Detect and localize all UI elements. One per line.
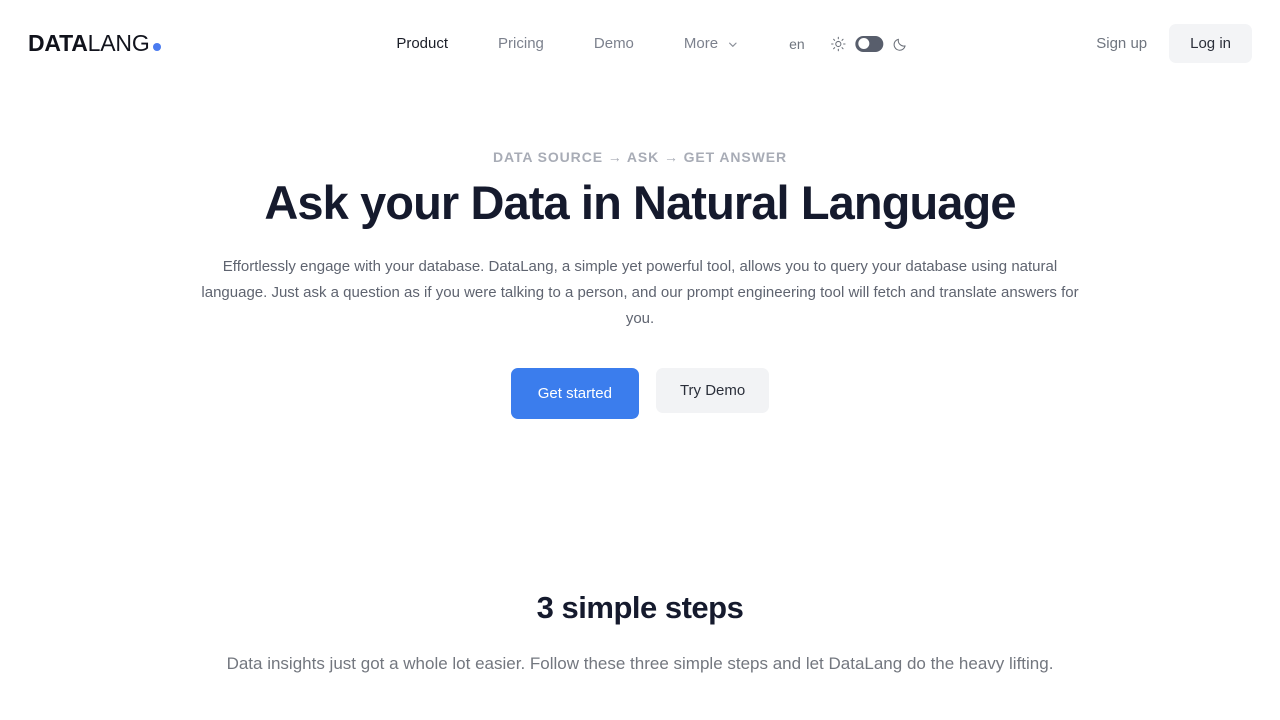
- nav-item-pricing[interactable]: Pricing: [473, 36, 569, 51]
- page-title: Ask your Data in Natural Language: [264, 176, 1016, 229]
- nav-item-pricing-label: Pricing: [498, 35, 544, 52]
- steps-title: 3 simple steps: [536, 589, 744, 625]
- moon-icon[interactable]: [893, 36, 909, 52]
- hero-cta-row: Get started Try Demo: [0, 367, 1280, 419]
- login-button[interactable]: Log in: [1169, 24, 1252, 63]
- logo-dot-icon: [152, 43, 161, 51]
- theme-toggle-knob: [858, 38, 870, 49]
- sun-icon[interactable]: [831, 36, 847, 52]
- theme-toggle[interactable]: [855, 35, 884, 52]
- logo-text-light: LANG: [87, 30, 150, 56]
- theme-switcher: [827, 35, 909, 52]
- steps-subtitle: Data insights just got a whole lot easie…: [226, 653, 1054, 673]
- signup-link[interactable]: Sign up: [1096, 35, 1147, 52]
- logo-text-bold: DATA: [28, 30, 88, 56]
- nav-item-demo[interactable]: Demo: [569, 36, 659, 51]
- language-selector[interactable]: en: [763, 37, 827, 51]
- nav-item-product-label: Product: [396, 35, 449, 52]
- chevron-down-icon: [727, 39, 738, 50]
- hero-description: Effortlessly engage with your database. …: [201, 257, 1079, 327]
- steps-section: 3 simple steps Data insights just got a …: [0, 419, 1280, 678]
- try-demo-button[interactable]: Try Demo: [655, 367, 770, 413]
- nav-item-product[interactable]: Product: [371, 36, 473, 51]
- get-started-button[interactable]: Get started: [510, 367, 639, 419]
- language-selector-label: en: [789, 35, 805, 52]
- header-actions: Sign up Log in: [1096, 24, 1252, 63]
- hero-section: DATA SOURCE → ASK → GET ANSWER Ask your …: [0, 87, 1280, 419]
- hero-eyebrow: DATA SOURCE → ASK → GET ANSWER: [492, 149, 788, 165]
- nav-item-demo-label: Demo: [593, 35, 634, 52]
- logo[interactable]: DATA LANG: [28, 30, 161, 57]
- nav-item-more[interactable]: More: [659, 36, 763, 51]
- nav-item-more-label: More: [683, 35, 719, 52]
- site-header: DATA LANG Product Pricing Demo More en S…: [0, 0, 1280, 87]
- main-navigation: Product Pricing Demo More en: [371, 35, 909, 52]
